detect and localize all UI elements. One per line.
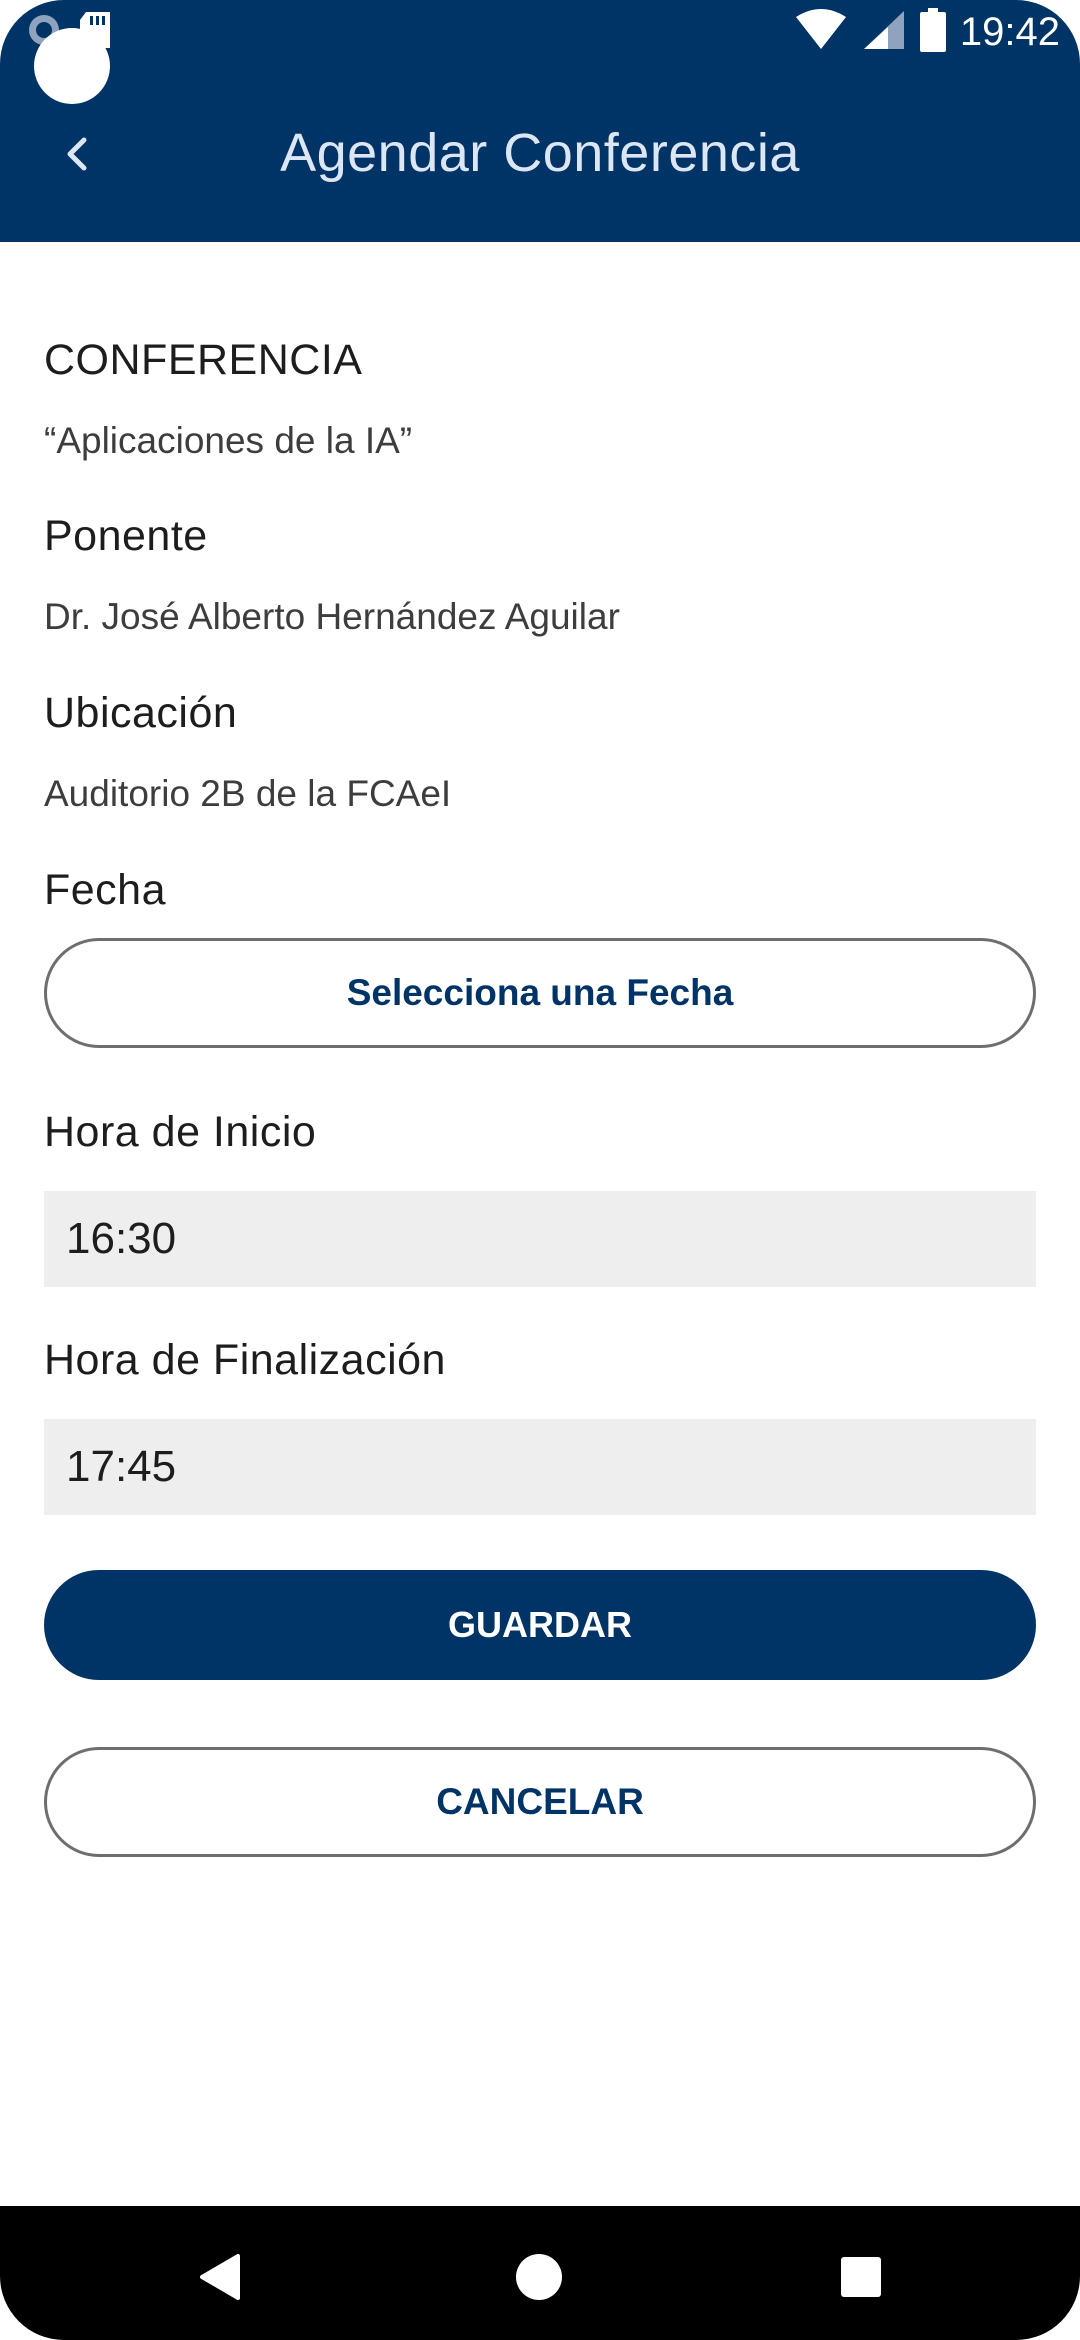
cancel-button-label: CANCELAR: [436, 1781, 644, 1822]
status-right-icons: 19:42: [794, 8, 1060, 57]
battery-icon: [919, 8, 946, 57]
date-label: Fecha: [44, 866, 167, 914]
location-label: Ubicación: [44, 689, 238, 737]
page-title: Agendar Conferencia: [280, 123, 800, 183]
speaker-name: Dr. José Alberto Hernández Aguilar: [44, 596, 620, 637]
status-bar: 19:42: [0, 0, 1080, 104]
cancel-button[interactable]: CANCELAR: [44, 1747, 1036, 1857]
toolbar: Agendar Conferencia: [0, 100, 1080, 210]
wifi-icon: [794, 9, 848, 56]
screen: 19:42 Agendar Conferencia CONFERENCIA “A…: [0, 0, 1080, 2340]
save-button[interactable]: GUARDAR: [44, 1570, 1036, 1680]
speaker-label: Ponente: [44, 512, 208, 560]
app-bar: 19:42 Agendar Conferencia: [0, 0, 1080, 242]
system-nav-bar: [0, 2206, 1080, 2340]
location-value: Auditorio 2B de la FCAeI: [44, 773, 452, 814]
start-time-field[interactable]: 16:30: [44, 1191, 1036, 1287]
end-time-label: Hora de Finalización: [44, 1336, 446, 1384]
back-triangle-icon: [196, 2252, 246, 2307]
status-time: 19:42: [959, 10, 1060, 54]
conference-section-label: CONFERENCIA: [44, 336, 363, 384]
nav-home-button[interactable]: [494, 2234, 584, 2324]
floating-bubble[interactable]: [34, 28, 110, 104]
conference-name: “Aplicaciones de la IA”: [44, 420, 413, 461]
nav-back-button[interactable]: [176, 2234, 266, 2324]
start-time-label: Hora de Inicio: [44, 1108, 317, 1156]
start-time-value: 16:30: [66, 1214, 177, 1263]
nav-recents-button[interactable]: [816, 2234, 906, 2324]
select-date-button[interactable]: Selecciona una Fecha: [44, 938, 1036, 1048]
end-time-value: 17:45: [66, 1442, 177, 1491]
select-date-button-label: Selecciona una Fecha: [346, 972, 734, 1013]
recents-square-icon: [839, 2255, 883, 2304]
save-button-label: GUARDAR: [448, 1604, 632, 1645]
home-circle-icon: [514, 2252, 564, 2307]
signal-icon: [862, 9, 906, 56]
end-time-field[interactable]: 17:45: [44, 1419, 1036, 1515]
